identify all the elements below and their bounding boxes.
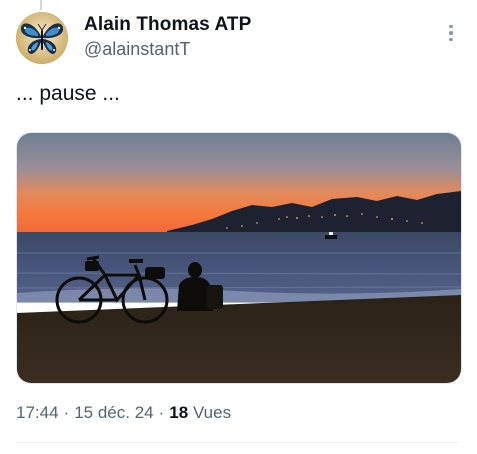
divider bbox=[16, 442, 461, 443]
more-options-button[interactable] bbox=[440, 22, 462, 44]
avatar[interactable] bbox=[16, 12, 68, 64]
thread-connector-line bbox=[40, 0, 42, 10]
author-display-name[interactable]: Alain Thomas ATP bbox=[84, 14, 251, 36]
tweet-text: ... pause ... bbox=[16, 82, 120, 105]
views-label[interactable]: Vues bbox=[193, 403, 231, 422]
tweet-date[interactable]: 15 déc. 24 bbox=[74, 403, 153, 422]
author-handle[interactable]: @alainstantT bbox=[84, 39, 190, 60]
meta-separator: · bbox=[158, 403, 165, 422]
more-dot-icon bbox=[449, 24, 453, 29]
more-dot-icon bbox=[449, 31, 453, 35]
more-dot-icon bbox=[449, 37, 453, 42]
tweet-meta: 17:44 · 15 déc. 24 · 18 Vues bbox=[16, 403, 231, 423]
views-count[interactable]: 18 bbox=[169, 403, 188, 422]
butterfly-icon bbox=[16, 12, 68, 64]
meta-separator: · bbox=[63, 403, 70, 422]
tweet-time[interactable]: 17:44 bbox=[16, 403, 59, 422]
tweet-photo[interactable] bbox=[16, 132, 462, 384]
sunset-beach-photo bbox=[17, 133, 461, 383]
